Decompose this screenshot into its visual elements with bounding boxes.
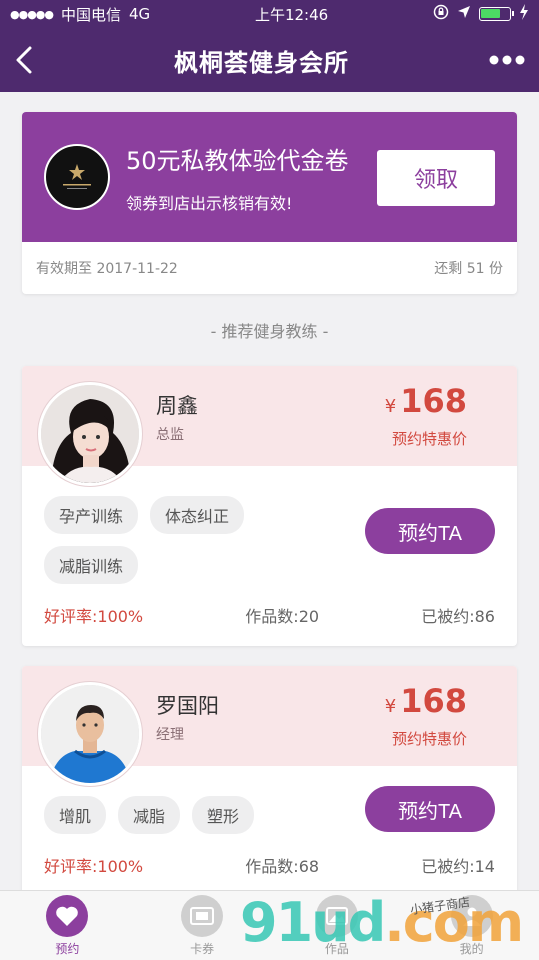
- tag-list: 孕产训练 体态纠正 减脂训练: [44, 496, 284, 584]
- skill-tag: 减脂训练: [44, 546, 139, 584]
- skill-tag: 体态纠正: [150, 496, 245, 534]
- coupon-subtitle: 领券到店出示核销有效!: [126, 193, 293, 213]
- card-icon: [181, 894, 224, 937]
- booked-count: 已被约:14: [421, 857, 495, 876]
- rating: 好评率:100%: [44, 607, 144, 626]
- price-amount: 168: [400, 382, 467, 420]
- book-coach-button[interactable]: 预约TA: [365, 786, 495, 832]
- coach-body: 增肌 减脂 塑形 预约TA: [22, 766, 517, 834]
- watermark: 91ud.com: [240, 891, 524, 954]
- tab-label: 卡券: [190, 941, 215, 956]
- coach-name: 罗国阳: [156, 694, 219, 718]
- coach-header: 罗国阳 经理 ¥ 168 预约特惠价: [22, 666, 517, 786]
- network-label: 4G: [129, 5, 151, 23]
- back-icon[interactable]: [14, 45, 34, 75]
- clock: 上午12:46: [254, 5, 329, 24]
- coupon-card: 50元私教体验代金卷 领券到店出示核销有效! 领取 有效期至 2017-11-2…: [22, 112, 517, 294]
- coach-stats: 好评率:100% 作品数:68 已被约:14: [22, 834, 517, 896]
- coupon-remaining: 还剩 51 份: [434, 261, 503, 277]
- section-title: - 推荐健身教练 -: [210, 322, 329, 341]
- watermark-text: 91ud: [240, 891, 386, 954]
- battery-icon: [478, 7, 514, 21]
- coach-name: 周鑫: [156, 394, 198, 418]
- status-bar: ●●●●● 中国电信 4G 上午12:46: [0, 0, 539, 28]
- price-amount: 168: [400, 682, 467, 720]
- coach-card: 罗国阳 经理 ¥ 168 预约特惠价 增肌 减脂 塑形 预约TA 好评率:100…: [22, 666, 517, 896]
- price: ¥ 168: [385, 382, 467, 420]
- currency-symbol: ¥: [384, 396, 397, 417]
- skill-tag: 增肌: [44, 796, 107, 834]
- signal-icon: ●●●●●: [10, 7, 54, 21]
- coach-role: 经理: [156, 727, 184, 743]
- coach-body: 孕产训练 体态纠正 减脂训练 预约TA: [22, 466, 517, 584]
- skill-tag: 塑形: [192, 796, 255, 834]
- location-icon: [457, 5, 471, 23]
- coupon-footer: 有效期至 2017-11-22 还剩 51 份: [22, 242, 517, 294]
- booked-count: 已被约:86: [421, 607, 495, 626]
- coupon-title: 50元私教体验代金卷: [126, 146, 349, 175]
- skill-tag: 孕产训练: [44, 496, 139, 534]
- gym-logo: [44, 144, 110, 210]
- page-title: 枫桐荟健身会所: [174, 48, 349, 77]
- top-bar: ●●●●● 中国电信 4G 上午12:46 枫桐荟健身会所: [0, 0, 539, 92]
- claim-button[interactable]: 领取: [377, 150, 495, 206]
- coach-stats: 好评率:100% 作品数:20 已被约:86: [22, 584, 517, 646]
- price: ¥ 168: [385, 682, 467, 720]
- tag-list: 增肌 减脂 塑形: [44, 796, 304, 834]
- tab-label: 预约: [55, 941, 80, 956]
- coupon-validity: 有效期至 2017-11-22: [36, 261, 178, 277]
- carrier-label: 中国电信: [61, 5, 122, 24]
- more-icon[interactable]: [489, 55, 525, 65]
- tab-coupons[interactable]: 卡券: [152, 894, 252, 957]
- heart-icon: [46, 894, 89, 937]
- price-label: 预约特惠价: [391, 730, 467, 748]
- lock-rotation-icon: [433, 4, 449, 24]
- coupon-banner: 50元私教体验代金卷 领券到店出示核销有效! 领取: [22, 112, 517, 242]
- works-count: 作品数:20: [245, 607, 320, 626]
- nav-bar: 枫桐荟健身会所: [0, 28, 539, 92]
- coach-card: 周鑫 总监 ¥ 168 预约特惠价 孕产训练 体态纠正 减脂训练 预约TA 好评…: [22, 366, 517, 646]
- rating: 好评率:100%: [44, 857, 144, 876]
- works-count: 作品数:68: [245, 857, 320, 876]
- coach-role: 总监: [156, 427, 184, 443]
- charging-icon: [519, 4, 529, 24]
- skill-tag: 减脂: [118, 796, 181, 834]
- book-coach-button[interactable]: 预约TA: [365, 508, 495, 554]
- currency-symbol: ¥: [384, 696, 397, 717]
- price-label: 预约特惠价: [391, 430, 467, 448]
- coach-header: 周鑫 总监 ¥ 168 预约特惠价: [22, 366, 517, 486]
- tab-booking[interactable]: 预约: [17, 894, 117, 957]
